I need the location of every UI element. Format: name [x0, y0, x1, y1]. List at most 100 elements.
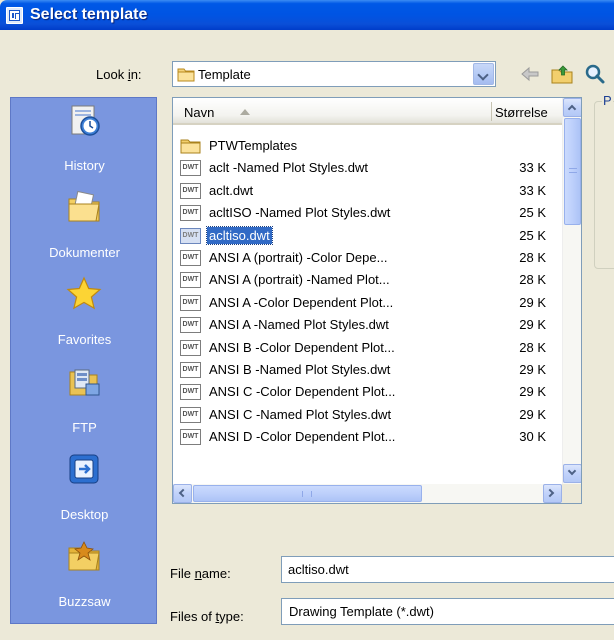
dwt-file-icon-text: DWT [180, 361, 201, 378]
select-template-dialog: Select template Look in: Template Histor… [0, 0, 614, 640]
file-row[interactable]: DWT ANSI B -Color Dependent Plot... 28 K [173, 337, 562, 359]
dwt-file-icon-text: DWT [180, 160, 201, 177]
scrollbar-corner [562, 484, 581, 503]
preview-group [594, 101, 614, 269]
file-row[interactable]: DWT ANSI C -Named Plot Styles.dwt 29 K [173, 404, 562, 426]
dwt-file-icon: DWT [180, 406, 201, 423]
scroll-up-button[interactable] [563, 98, 581, 117]
chevron-down-icon[interactable] [473, 63, 494, 85]
dwt-file-icon-text: DWT [180, 406, 201, 423]
scroll-right-button[interactable] [543, 484, 562, 503]
file-name: ANSI A -Named Plot Styles.dwt [209, 317, 389, 333]
horizontal-scroll-thumb[interactable] [193, 485, 422, 502]
column-header: Navn Størrelse [173, 98, 562, 125]
dwt-file-icon: DWT [180, 160, 201, 177]
file-row[interactable]: DWT ANSI C -Color Dependent Plot... 29 K [173, 381, 562, 403]
file-size: 25 K [519, 227, 546, 243]
file-row[interactable]: PTWTemplates [173, 135, 562, 157]
files-of-type-value: Drawing Template (*.dwt) [289, 604, 434, 619]
folder-icon [177, 68, 195, 82]
file-row[interactable]: DWT aclt -Named Plot Styles.dwt 33 K [173, 157, 562, 179]
file-size: 29 K [519, 361, 546, 377]
file-size: 30 K [519, 429, 546, 445]
file-size: 28 K [519, 249, 546, 265]
file-row[interactable]: DWT ANSI A -Named Plot Styles.dwt 29 K [173, 314, 562, 336]
folder-icon [180, 138, 201, 154]
horizontal-scrollbar[interactable] [173, 484, 562, 503]
dwt-file-icon-text: DWT [180, 429, 201, 446]
dwt-file-icon-text: DWT [180, 227, 201, 244]
file-row[interactable]: DWT acltISO -Named Plot Styles.dwt 25 K [173, 202, 562, 224]
dwt-file-icon-text: DWT [180, 272, 201, 289]
title-bar[interactable]: Select template [0, 0, 614, 30]
dwt-file-icon: DWT [180, 227, 201, 244]
file-name: ANSI A -Color Dependent Plot... [209, 294, 394, 310]
place-desktop[interactable]: Desktop [11, 447, 158, 531]
dwt-file-icon: DWT [180, 294, 201, 311]
buzzsaw-icon [68, 541, 100, 571]
preview-label: P [602, 93, 613, 108]
vertical-scrollbar[interactable] [562, 98, 581, 484]
sort-ascending-icon [240, 109, 250, 115]
file-name: aclt.dwt [209, 182, 254, 198]
file-size: 29 K [519, 317, 546, 333]
file-name: aclt -Named Plot Styles.dwt [209, 160, 368, 176]
place-ftp[interactable]: FTP [11, 360, 158, 444]
file-size: 28 K [519, 339, 546, 355]
file-row[interactable]: DWT acltiso.dwt 25 K [173, 225, 562, 247]
file-size: 33 K [519, 182, 546, 198]
place-dokumenter[interactable]: Dokumenter [11, 185, 158, 269]
files-of-type-dropdown[interactable]: Drawing Template (*.dwt) [281, 598, 614, 625]
ftp-icon [69, 369, 100, 396]
file-row[interactable]: DWT ANSI B -Named Plot Styles.dwt 29 K [173, 359, 562, 381]
look-in-dropdown[interactable]: Template [172, 61, 496, 87]
file-row[interactable]: DWT aclt.dwt 33 K [173, 180, 562, 202]
file-name: PTWTemplates [209, 138, 298, 153]
file-name-input[interactable] [281, 556, 614, 583]
column-name-header[interactable]: Navn [184, 105, 214, 120]
file-size: 25 K [519, 205, 546, 221]
file-row[interactable]: DWT ANSI D -Color Dependent Plot... 30 K [173, 426, 562, 448]
dwt-file-icon-text: DWT [180, 249, 201, 266]
file-name: ANSI B -Color Dependent Plot... [209, 339, 395, 355]
scroll-down-button[interactable] [563, 464, 581, 483]
back-arrow-icon[interactable] [518, 62, 542, 86]
file-size: 29 K [519, 294, 546, 310]
file-size: 33 K [519, 160, 546, 176]
file-name: acltISO -Named Plot Styles.dwt [209, 205, 391, 221]
dwt-file-icon-text: DWT [180, 317, 201, 334]
files-of-type-label: Files of type: [170, 609, 244, 624]
place-label: Favorites [57, 332, 112, 347]
file-row[interactable]: DWT ANSI A (portrait) -Named Plot... 28 K [173, 269, 562, 291]
place-favorites[interactable]: Favorites [11, 272, 158, 356]
file-row[interactable]: DWT ANSI A -Color Dependent Plot... 29 K [173, 292, 562, 314]
place-label: History [64, 158, 105, 173]
place-label: Desktop [60, 507, 109, 522]
history-icon [71, 105, 100, 136]
vertical-scroll-thumb[interactable] [564, 118, 581, 225]
window-title: Select template [30, 6, 148, 23]
up-folder-icon[interactable] [550, 62, 574, 86]
favorites-star-icon [66, 276, 102, 310]
file-name-label: File name: [170, 566, 231, 581]
dwt-file-icon: DWT [180, 317, 201, 334]
search-icon[interactable] [583, 62, 607, 86]
place-history[interactable]: History [11, 98, 158, 182]
file-list[interactable]: Navn Størrelse PTWTemplates DWT aclt -Name… [172, 97, 582, 504]
column-size-header[interactable]: Størrelse [495, 105, 559, 120]
desktop-icon [69, 454, 99, 484]
place-buzzsaw[interactable]: Buzzsaw [11, 534, 158, 618]
file-name: ANSI D -Color Dependent Plot... [209, 429, 396, 445]
documents-folder-icon [68, 190, 100, 222]
file-row[interactable]: DWT ANSI A (portrait) -Color Depe... 28 K [173, 247, 562, 269]
file-name: ANSI C -Color Dependent Plot... [209, 384, 396, 400]
dwt-file-icon-text: DWT [180, 294, 201, 311]
dwt-file-icon: DWT [180, 339, 201, 356]
dwt-file-icon: DWT [180, 361, 201, 378]
file-name: acltiso.dwt [206, 225, 273, 245]
place-label: Dokumenter [49, 245, 120, 260]
column-separator[interactable] [491, 102, 492, 121]
dwt-file-icon-text: DWT [180, 205, 201, 222]
scroll-left-button[interactable] [173, 484, 192, 503]
file-name: ANSI C -Named Plot Styles.dwt [209, 406, 392, 422]
